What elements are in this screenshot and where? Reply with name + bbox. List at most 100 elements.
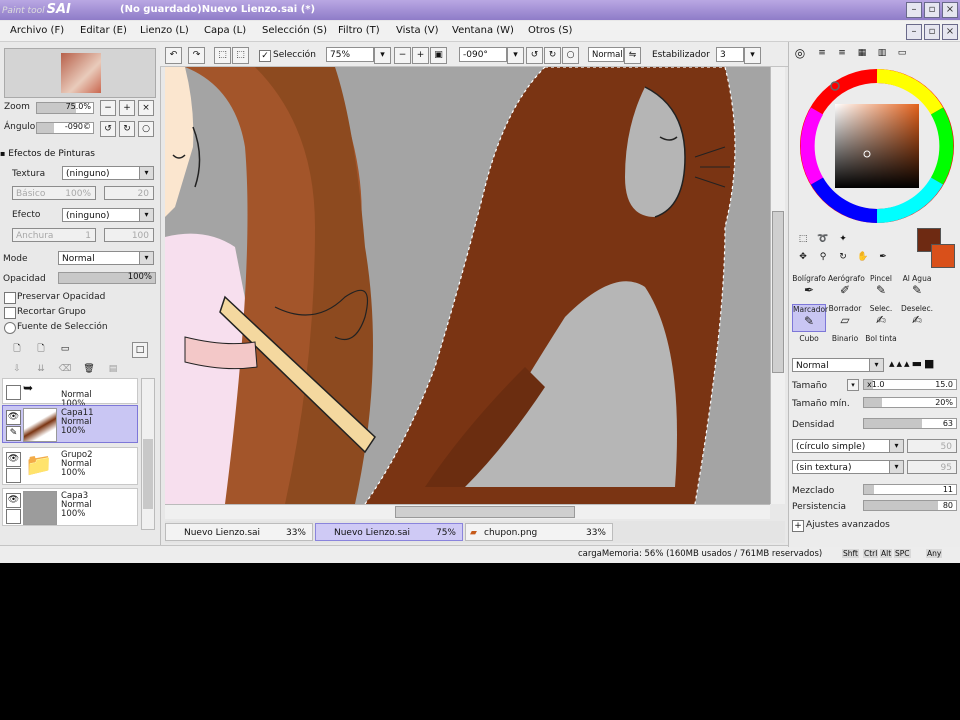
- zoom-fit-icon[interactable]: ▣: [430, 47, 447, 64]
- zoom-box[interactable]: 75%: [326, 47, 374, 62]
- scroll-thumb[interactable]: [395, 506, 575, 518]
- doc-close-button[interactable]: ×: [942, 24, 958, 40]
- zoom-reset-icon[interactable]: ×: [138, 100, 154, 116]
- zoom-out-icon[interactable]: −: [394, 47, 411, 64]
- effect-select[interactable]: (ninguno) ▾: [62, 208, 154, 222]
- selection-checkbox[interactable]: ✓: [259, 50, 271, 62]
- min-size-slider[interactable]: 20%: [863, 397, 957, 408]
- layer-row-selected[interactable]: 👁 ✎ Capa11 Normal 100%: [2, 405, 138, 443]
- tool-bucket[interactable]: Cubo: [792, 334, 826, 346]
- tool-water[interactable]: Al Agua ✎: [900, 274, 934, 302]
- visibility-toggle[interactable]: [6, 385, 21, 400]
- menu-archivo[interactable]: Archivo (F): [10, 25, 64, 36]
- layer-mode-select[interactable]: Normal ▾: [58, 251, 154, 265]
- doc-maximize-button[interactable]: ▫: [924, 24, 940, 40]
- rotation-box[interactable]: -090°: [459, 47, 507, 62]
- zoom-tool-icon[interactable]: ⚲: [816, 250, 830, 264]
- tool-ink[interactable]: Bol tinta: [864, 334, 898, 346]
- swatch-icon[interactable]: ▥: [875, 46, 889, 60]
- texture-select[interactable]: (ninguno) ▾: [62, 166, 154, 180]
- invert-selection-icon[interactable]: ⬚: [232, 47, 249, 64]
- menu-filtro[interactable]: Filtro (T): [338, 25, 380, 36]
- maximize-button[interactable]: ▫: [924, 2, 940, 18]
- magic-wand-icon[interactable]: ✦: [836, 232, 850, 246]
- deselect-icon[interactable]: ⬚: [214, 47, 231, 64]
- palette-icon[interactable]: ▦: [855, 46, 869, 60]
- stabilizer-dropdown-icon[interactable]: ▾: [744, 47, 761, 64]
- blending-slider[interactable]: 11: [863, 484, 957, 495]
- tool-pen[interactable]: Bolígrafo ✒: [792, 274, 826, 302]
- menu-vista[interactable]: Vista (V): [396, 25, 438, 36]
- tab-document[interactable]: Nuevo Lienzo.sai 33%: [165, 523, 313, 541]
- tab-image[interactable]: ▰ chupon.png 33%: [465, 523, 613, 541]
- zoom-slider[interactable]: 75.0%: [36, 102, 94, 114]
- lasso-icon[interactable]: ➰: [816, 232, 830, 246]
- minimize-button[interactable]: –: [906, 2, 922, 18]
- rotate-left-icon[interactable]: ↺: [526, 47, 543, 64]
- rgb-slider-icon[interactable]: ≡: [815, 46, 829, 60]
- color-wheel[interactable]: [797, 66, 957, 226]
- close-button[interactable]: ×: [942, 2, 958, 18]
- density-slider[interactable]: 63: [863, 418, 957, 429]
- rotation-dropdown-icon[interactable]: ▾: [507, 47, 524, 64]
- tool-brush[interactable]: Pincel ✎: [864, 274, 898, 302]
- scroll-thumb[interactable]: [772, 211, 784, 373]
- layer-row[interactable]: 👁 Capa3 Normal 100%: [2, 488, 138, 526]
- rotate-right-icon[interactable]: ↻: [119, 121, 135, 137]
- size-multiplier-dropdown[interactable]: ▾: [847, 379, 859, 391]
- new-folder-icon[interactable]: ▭: [58, 342, 72, 356]
- layer-row[interactable]: 👁 📁 Grupo2 Normal 100%: [2, 447, 138, 485]
- advanced-settings-toggle[interactable]: +: [792, 520, 804, 532]
- hand-icon[interactable]: ✋: [856, 250, 870, 264]
- menu-otros[interactable]: Otros (S): [528, 25, 572, 36]
- canvas[interactable]: [165, 67, 770, 504]
- canvas-vertical-scrollbar[interactable]: [770, 67, 785, 504]
- redo-icon[interactable]: ↷: [188, 47, 205, 64]
- brush-texture-select[interactable]: (sin textura) ▾: [792, 460, 904, 474]
- tool-select[interactable]: Selec. ✍: [864, 304, 898, 332]
- stabilizer-box[interactable]: 3: [716, 47, 744, 62]
- hsv-slider-icon[interactable]: ≡: [835, 46, 849, 60]
- eye-icon[interactable]: 👁: [6, 410, 21, 425]
- menu-seleccion[interactable]: Selección (S): [262, 25, 327, 36]
- tab-document-active[interactable]: Nuevo Lienzo.sai 75%: [315, 523, 463, 541]
- angle-slider[interactable]: -090©: [36, 122, 94, 134]
- eye-icon[interactable]: 👁: [6, 493, 21, 508]
- clear-layer-icon[interactable]: ⌫: [58, 362, 72, 376]
- brush-shape-presets[interactable]: ▴▴▴▬■: [889, 357, 957, 373]
- new-vector-layer-icon[interactable]: 🗋: [34, 342, 48, 356]
- menu-capa[interactable]: Capa (L): [204, 25, 246, 36]
- zoom-out-icon[interactable]: −: [100, 100, 116, 116]
- canvas-horizontal-scrollbar[interactable]: [165, 504, 770, 519]
- tool-deselect[interactable]: Deselec. ✍: [900, 304, 934, 332]
- rotate-reset-icon[interactable]: ○: [562, 47, 579, 64]
- menu-ventana[interactable]: Ventana (W): [452, 25, 514, 36]
- zoom-in-icon[interactable]: +: [412, 47, 429, 64]
- undo-icon[interactable]: ↶: [165, 47, 182, 64]
- blend-mode-box[interactable]: Normal: [588, 47, 624, 62]
- flip-icon[interactable]: ⇋: [624, 47, 641, 64]
- layers-scrollbar[interactable]: [141, 378, 155, 530]
- size-slider[interactable]: x1.0 15.0: [863, 379, 957, 390]
- preserve-opacity-checkbox[interactable]: [4, 292, 16, 304]
- paint-effects-header[interactable]: ▪ Efectos de Pinturas: [0, 149, 160, 159]
- layer-properties-icon[interactable]: ▤: [106, 362, 120, 376]
- navigator-preview[interactable]: [4, 48, 156, 98]
- brush-shape-select[interactable]: (círculo simple) ▾: [792, 439, 904, 453]
- color-wheel-icon[interactable]: ◎: [793, 46, 807, 60]
- rotate-reset-icon[interactable]: ○: [138, 121, 154, 137]
- doc-minimize-button[interactable]: –: [906, 24, 922, 40]
- lock-box[interactable]: [6, 509, 21, 524]
- selection-source-radio[interactable]: [4, 322, 16, 334]
- eyedropper-icon[interactable]: ✒: [876, 250, 890, 264]
- rotate-tool-icon[interactable]: ↻: [836, 250, 850, 264]
- rotate-right-icon[interactable]: ↻: [544, 47, 561, 64]
- lock-box[interactable]: [6, 468, 21, 483]
- layer-mask-icon[interactable]: □: [132, 342, 148, 358]
- move-icon[interactable]: ✥: [796, 250, 810, 264]
- tool-airbrush[interactable]: Aerógrafo ✐: [828, 274, 865, 302]
- new-layer-icon[interactable]: 🗋: [10, 342, 24, 356]
- menu-editar[interactable]: Editar (E): [80, 25, 127, 36]
- persistence-slider[interactable]: 80: [863, 500, 957, 511]
- opacity-slider[interactable]: 100%: [58, 272, 156, 284]
